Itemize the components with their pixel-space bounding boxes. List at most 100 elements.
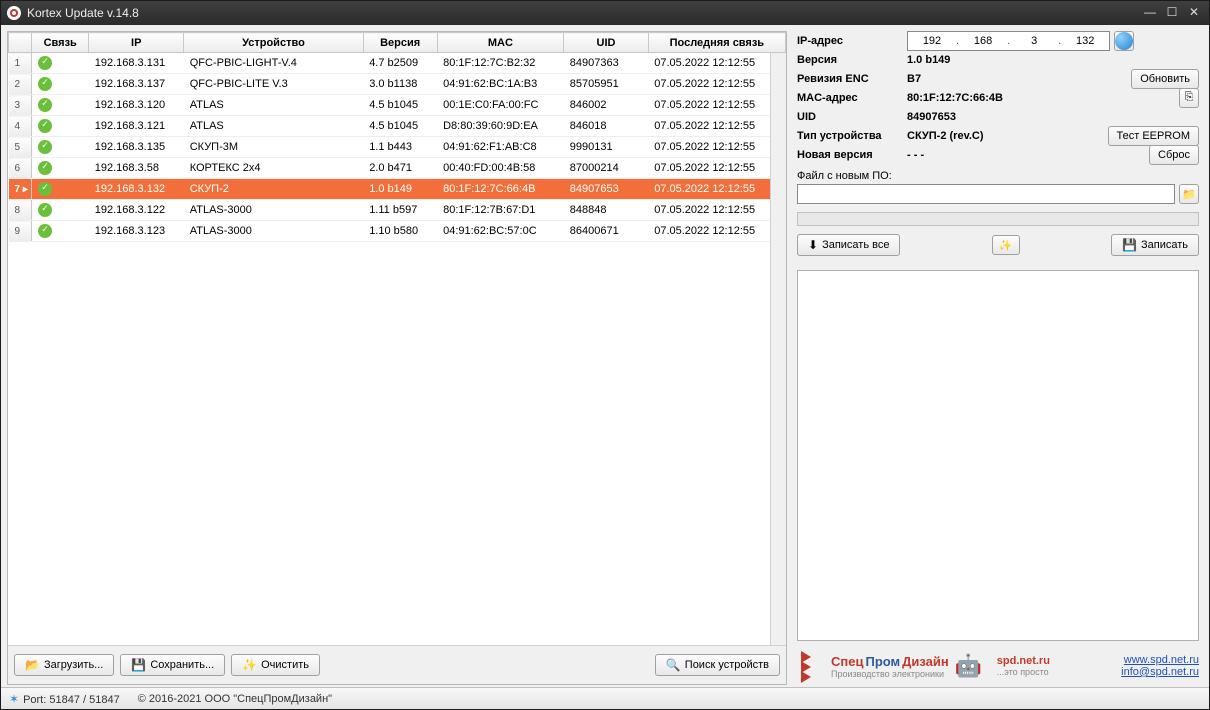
- cell-uid: 9990131: [564, 137, 648, 158]
- row-number: 8: [9, 200, 32, 221]
- label-ip: IP-адрес: [797, 35, 907, 47]
- log-output[interactable]: [797, 270, 1199, 641]
- cell-mac: 04:91:62:BC:1A:B3: [437, 74, 564, 95]
- val-type: СКУП-2 (rev.C): [907, 130, 1104, 142]
- cell-conn: [32, 116, 89, 137]
- val-uid: 84907653: [907, 111, 1199, 123]
- cell-ip: 192.168.3.137: [89, 74, 184, 95]
- cell-uid: 848848: [564, 200, 648, 221]
- online-icon: [38, 140, 52, 154]
- ip-input[interactable]: . . .: [907, 31, 1110, 51]
- cell-device: QFC-PBIC-LIGHT-V.4: [184, 53, 363, 74]
- status-copyright: © 2016-2021 ООО "СпецПромДизайн": [138, 693, 332, 705]
- maximize-button[interactable]: ☐: [1163, 6, 1181, 20]
- write-all-button[interactable]: ⬇Записать все: [797, 234, 900, 256]
- cell-version: 4.5 b1045: [363, 116, 437, 137]
- online-icon: [38, 98, 52, 112]
- val-rev: B7: [907, 73, 1127, 85]
- row-number: 3: [9, 95, 32, 116]
- minimize-button[interactable]: —: [1141, 6, 1159, 20]
- copy-icon: ⎘: [1185, 91, 1194, 104]
- label-type: Тип устройства: [797, 130, 907, 142]
- table-row[interactable]: 5192.168.3.135СКУП-3М1.1 b44304:91:62:F1…: [9, 137, 786, 158]
- cell-last: 07.05.2022 12:12:55: [648, 221, 785, 242]
- cell-mac: 04:91:62:F1:AB:C8: [437, 137, 564, 158]
- cell-last: 07.05.2022 12:12:55: [648, 74, 785, 95]
- ip-octet-1[interactable]: [908, 35, 956, 47]
- write-button[interactable]: 💾Записать: [1111, 234, 1199, 256]
- status-port: Port: 51847 / 51847: [23, 694, 120, 706]
- col-uid[interactable]: UID: [564, 33, 648, 53]
- search-devices-button[interactable]: 🔍Поиск устройств: [655, 654, 780, 676]
- device-table[interactable]: Связь IP Устройство Версия MAC UID После…: [8, 32, 786, 242]
- search-icon: 🔍: [666, 658, 681, 672]
- branding: СпецПромДизайн Производство электроники …: [793, 645, 1203, 685]
- online-icon: [38, 161, 52, 175]
- app-icon: [7, 6, 21, 20]
- ip-octet-2[interactable]: [959, 35, 1007, 47]
- save-button[interactable]: 💾Сохранить...: [120, 654, 225, 676]
- label-rev: Ревизия ENC: [797, 73, 907, 85]
- col-ip[interactable]: IP: [89, 33, 184, 53]
- table-row[interactable]: 9192.168.3.123ATLAS-30001.10 b58004:91:6…: [9, 221, 786, 242]
- cell-conn: [32, 53, 89, 74]
- progress-bar: [797, 212, 1199, 226]
- ip-octet-4[interactable]: [1061, 35, 1109, 47]
- table-row[interactable]: 7 ▸192.168.3.132СКУП-21.0 b14980:1F:12:7…: [9, 179, 786, 200]
- table-row[interactable]: 8192.168.3.122ATLAS-30001.11 b59780:1F:1…: [9, 200, 786, 221]
- col-conn[interactable]: Связь: [32, 33, 89, 53]
- refresh-button[interactable]: Обновить: [1131, 69, 1199, 89]
- cell-last: 07.05.2022 12:12:55: [648, 158, 785, 179]
- row-number: 4: [9, 116, 32, 137]
- col-device[interactable]: Устройство: [184, 33, 363, 53]
- cell-last: 07.05.2022 12:12:55: [648, 95, 785, 116]
- table-scrollbar[interactable]: [770, 53, 786, 645]
- cell-conn: [32, 95, 89, 116]
- cell-ip: 192.168.3.131: [89, 53, 184, 74]
- row-number: 7 ▸: [9, 179, 32, 200]
- table-row[interactable]: 3192.168.3.120ATLAS4.5 b104500:1E:C0:FA:…: [9, 95, 786, 116]
- label-newver: Новая версия: [797, 149, 907, 161]
- browse-file-button[interactable]: 📁: [1179, 184, 1199, 204]
- cell-last: 07.05.2022 12:12:55: [648, 200, 785, 221]
- cell-version: 3.0 b1138: [363, 74, 437, 95]
- window-title: Kortex Update v.14.8: [27, 6, 1141, 20]
- table-row[interactable]: 4192.168.3.121ATLAS4.5 b1045D8:80:39:60:…: [9, 116, 786, 137]
- col-rownum[interactable]: [9, 33, 32, 53]
- table-row[interactable]: 1192.168.3.131QFC-PBIC-LIGHT-V.44.7 b250…: [9, 53, 786, 74]
- website-link[interactable]: www.spd.net.ru: [1121, 654, 1199, 666]
- close-button[interactable]: ✕: [1185, 6, 1203, 20]
- cell-ip: 192.168.3.135: [89, 137, 184, 158]
- online-icon: [38, 77, 52, 91]
- table-row[interactable]: 2192.168.3.137QFC-PBIC-LITE V.33.0 b1138…: [9, 74, 786, 95]
- cell-device: ATLAS: [184, 95, 363, 116]
- col-version[interactable]: Версия: [363, 33, 437, 53]
- cell-conn: [32, 74, 89, 95]
- cell-uid: 84907363: [564, 53, 648, 74]
- col-mac[interactable]: MAC: [437, 33, 564, 53]
- ip-octet-3[interactable]: [1010, 35, 1058, 47]
- cell-ip: 192.168.3.121: [89, 116, 184, 137]
- cell-mac: 80:1F:12:7C:B2:32: [437, 53, 564, 74]
- test-eeprom-button[interactable]: Тест EEPROM: [1108, 126, 1200, 146]
- firmware-file-input[interactable]: [797, 184, 1175, 204]
- cell-version: 1.1 b443: [363, 137, 437, 158]
- clear-button[interactable]: ✨Очистить: [231, 654, 320, 676]
- copy-mac-button[interactable]: ⎘: [1179, 88, 1199, 108]
- cell-device: ATLAS: [184, 116, 363, 137]
- reset-button[interactable]: Сброс: [1149, 145, 1199, 165]
- col-last[interactable]: Последняя связь: [648, 33, 785, 53]
- online-icon: [38, 203, 52, 217]
- cell-uid: 86400671: [564, 221, 648, 242]
- wand-button[interactable]: ✨: [992, 235, 1020, 255]
- load-button[interactable]: 📂Загрузить...: [14, 654, 114, 676]
- table-row[interactable]: 6192.168.3.58КОРТЕКС 2x42.0 b47100:40:FD…: [9, 158, 786, 179]
- label-file: Файл с новым ПО:: [797, 168, 1199, 184]
- email-link[interactable]: info@spd.net.ru: [1121, 666, 1199, 678]
- globe-button[interactable]: [1114, 31, 1134, 51]
- cell-version: 1.0 b149: [363, 179, 437, 200]
- cell-device: КОРТЕКС 2x4: [184, 158, 363, 179]
- cell-device: ATLAS-3000: [184, 200, 363, 221]
- cell-conn: [32, 179, 89, 200]
- cell-last: 07.05.2022 12:12:55: [648, 116, 785, 137]
